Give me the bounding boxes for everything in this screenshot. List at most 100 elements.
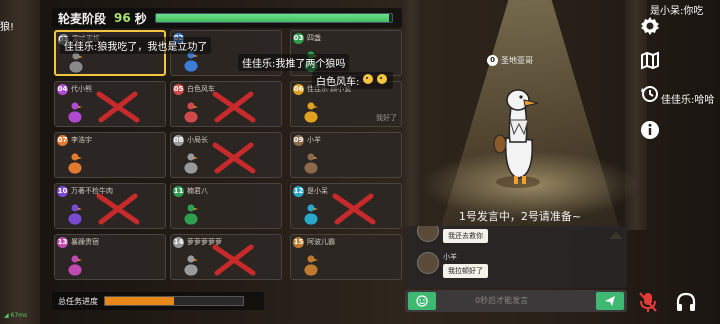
speaking-goose-avatar (493, 89, 540, 188)
player-number: 12 (293, 186, 304, 197)
settings-button[interactable] (638, 14, 662, 38)
goose-avatar-icon (303, 152, 319, 175)
eliminated-x-icon (96, 193, 140, 225)
player-card[interactable]: 12 是小呆 (290, 183, 402, 229)
player-status-tag: 我好了 (376, 114, 397, 122)
player-card[interactable]: 05 白色风车 (170, 81, 282, 127)
eliminated-x-icon (212, 142, 256, 174)
task-bar (104, 296, 244, 306)
phase-progress-fill (155, 14, 390, 22)
player-number: 05 (173, 84, 184, 95)
player-number: 08 (173, 135, 184, 146)
wifi-icon: ◢ (4, 312, 9, 319)
task-bar-fill (105, 297, 174, 305)
phase-unit: 秒 (134, 11, 147, 26)
chat-text: 我拉顿好了 (443, 264, 488, 278)
player-number: 03 (293, 33, 304, 44)
gear-icon (641, 17, 659, 35)
speaker-number: 0 (487, 55, 498, 66)
goose-avatar-icon (67, 101, 83, 124)
player-card[interactable]: 08 小局长 (170, 132, 282, 178)
eliminated-x-icon (212, 91, 256, 123)
task-label: 总任务进度 (58, 296, 98, 306)
player-number: 13 (57, 237, 68, 248)
left-edge-text: 狼! (0, 22, 15, 33)
player-card[interactable]: 07 李浩宇 (54, 132, 166, 178)
headphones-button[interactable] (674, 290, 698, 314)
send-icon (605, 296, 615, 306)
history-button[interactable] (638, 82, 662, 106)
goose-avatar-icon (303, 254, 319, 277)
player-card[interactable]: 10 万著不检牛肉 (54, 183, 166, 229)
goose-avatar-icon (303, 203, 319, 226)
chat-message: 小羊 我拉顿好了 (417, 252, 488, 278)
chat-input[interactable]: 0秒后才能发言 (475, 295, 528, 306)
player-card[interactable]: 13 暴躁贵宿 (54, 234, 166, 280)
phase-seconds: 96 (114, 11, 131, 25)
task-progress: 总任务进度 (52, 292, 264, 310)
speaker-name: 圣地亚哥 (501, 56, 533, 65)
player-name: 四盏 (307, 34, 321, 42)
chat-input-bar: 0秒后才能发言 (405, 290, 627, 312)
map-button[interactable] (638, 48, 662, 72)
avatar (417, 226, 439, 242)
eliminated-x-icon (212, 244, 256, 276)
history-icon (641, 86, 658, 102)
player-number: 10 (57, 186, 68, 197)
goose-avatar-icon (67, 254, 83, 277)
goose-avatar-icon (67, 152, 83, 175)
chat-text: 我还去救你 (443, 229, 488, 243)
player-name: 代小熊 (71, 85, 92, 93)
player-card[interactable]: 04 代小熊 (54, 81, 166, 127)
chat-popup-3-text: 白色风车: (316, 77, 360, 88)
info-button[interactable] (638, 118, 662, 142)
right-message: 佳佳乐:哈哈 (661, 95, 715, 106)
player-name: 是小呆 (307, 187, 328, 195)
goose-avatar-icon (303, 101, 319, 124)
player-card[interactable]: 11 楠君八 (170, 183, 282, 229)
goose-avatar-icon (183, 203, 199, 226)
player-number: 15 (293, 237, 304, 248)
emoji-button[interactable] (408, 292, 436, 310)
player-number: 06 (293, 84, 304, 95)
send-button[interactable] (596, 292, 624, 310)
player-name: 阿波儿霸 (307, 238, 335, 246)
speaking-announcement: 1号发言中，2号请准备~ (458, 210, 582, 223)
player-name: 小羊 (307, 136, 321, 144)
goose-avatar-icon (67, 203, 83, 226)
goose-avatar-icon (183, 101, 199, 124)
info-icon (641, 121, 659, 139)
ping-value: 67ms (10, 312, 28, 319)
phase-name: 轮麦阶段 (58, 11, 107, 26)
player-card[interactable]: 15 阿波儿霸 (290, 234, 402, 280)
player-number: 04 (57, 84, 68, 95)
player-number: 11 (173, 186, 184, 197)
chat-popup-1: 佳佳乐:狼我吃了，我也是立功了 (60, 37, 212, 54)
player-card[interactable]: 09 小羊 (290, 132, 402, 178)
chat-message: 我还去救你 (417, 226, 488, 243)
goose-emoji-icon (363, 74, 388, 84)
avatar (417, 252, 439, 274)
mic-muted-icon (639, 292, 657, 312)
player-name: 李浩宇 (71, 136, 92, 144)
eliminated-x-icon (96, 91, 140, 123)
ping-readout: ◢ 67ms (4, 312, 27, 319)
phase-bar: 轮麦阶段 96 秒 (52, 8, 402, 28)
eliminated-x-icon (332, 193, 376, 225)
map-icon (641, 51, 659, 70)
speaker-tag: 0 圣地亚哥 (487, 55, 533, 66)
emoji-icon (416, 295, 428, 307)
player-name: 小局长 (187, 136, 208, 144)
chat-panel[interactable]: 我还去救你 小羊 我拉顿好了 (405, 226, 627, 288)
chat-popup-2: 佳佳乐:我推了两个狼吗 (238, 54, 350, 71)
player-number: 14 (173, 237, 184, 248)
headphones-icon (676, 292, 696, 311)
pillar-left (400, 0, 422, 230)
player-name: 暴躁贵宿 (71, 238, 99, 246)
player-number: 09 (293, 135, 304, 146)
left-wall (0, 0, 40, 324)
player-card[interactable]: 14 萝萝萝萝萝 (170, 234, 282, 280)
mic-button[interactable] (636, 290, 660, 314)
player-number: 07 (57, 135, 68, 146)
goose-avatar-icon (183, 254, 199, 277)
